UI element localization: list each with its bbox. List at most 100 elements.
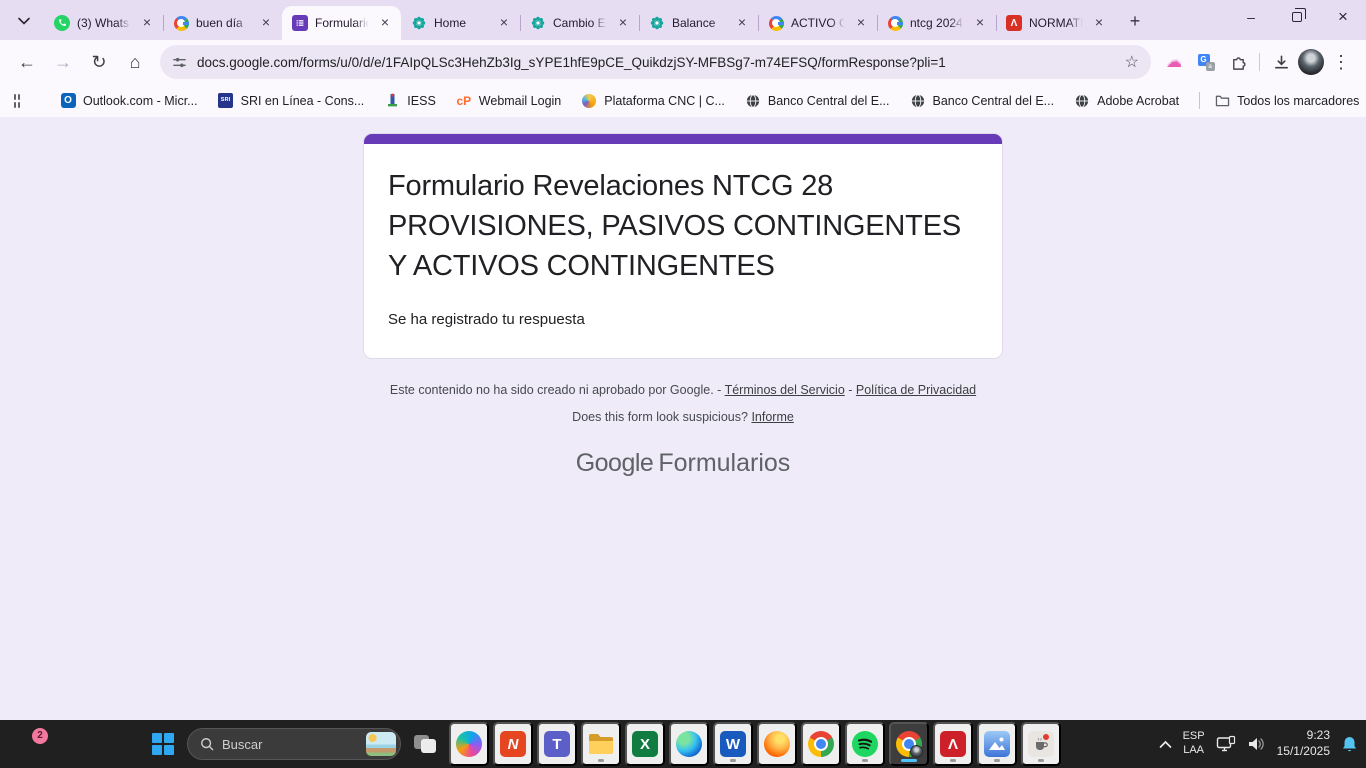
globe-icon <box>745 93 761 109</box>
taskbar-app-photos[interactable] <box>977 722 1017 766</box>
memories-cloud-icon[interactable]: ☁ <box>1159 47 1189 77</box>
taskbar-search-box[interactable]: Buscar <box>187 728 401 760</box>
tab-balance[interactable]: Balance × <box>639 6 758 40</box>
url-text[interactable]: docs.google.com/forms/u/0/d/e/1FAIpQLSc3… <box>197 55 1115 70</box>
bookmark-iess[interactable]: IESS <box>384 93 436 109</box>
close-icon[interactable]: × <box>972 15 988 31</box>
tab-activo[interactable]: ACTIVO C × <box>758 6 877 40</box>
bookmark-cnc[interactable]: Plataforma CNC | C... <box>581 93 725 109</box>
taskbar-app-teams[interactable]: T <box>537 722 577 766</box>
tab-ntcg[interactable]: ntcg 2024 × <box>877 6 996 40</box>
taskbar-app-copilot[interactable] <box>449 722 489 766</box>
tab-normativa[interactable]: Λ NORMATI × <box>996 6 1115 40</box>
tab-formulario-active[interactable]: Formulario × <box>282 6 401 40</box>
forward-button[interactable]: → <box>46 45 80 79</box>
taskbar-app-firefox[interactable] <box>757 722 797 766</box>
taskbar-app-file-explorer[interactable] <box>581 722 621 766</box>
search-daily-image[interactable] <box>366 732 396 756</box>
java-red-dot <box>1043 734 1049 740</box>
google-icon <box>887 15 903 31</box>
address-bar[interactable]: docs.google.com/forms/u/0/d/e/1FAIpQLSc3… <box>160 45 1151 79</box>
back-button[interactable]: ← <box>10 45 44 79</box>
search-icon <box>200 737 214 751</box>
tab-title: Cambio E <box>553 16 608 30</box>
close-icon[interactable]: × <box>734 15 750 31</box>
tab-search-button[interactable] <box>10 7 38 35</box>
close-icon[interactable]: × <box>853 15 869 31</box>
close-window-button[interactable]: × <box>1320 0 1366 34</box>
sri-icon: SRI <box>218 93 234 109</box>
start-button[interactable] <box>143 722 183 766</box>
browser-menu-icon[interactable]: ⋮ <box>1326 47 1356 77</box>
bookmark-outlook[interactable]: O Outlook.com - Micr... <box>60 93 198 109</box>
google-forms-wordmark: GoogleFormularios <box>353 449 1013 478</box>
file-explorer-icon <box>588 733 614 755</box>
restore-button[interactable] <box>1274 0 1320 34</box>
all-bookmarks-button[interactable]: Todos los marcadores <box>1214 93 1359 109</box>
home-button[interactable]: ⌂ <box>118 45 152 79</box>
tab-whatsapp[interactable]: (3) Whats × <box>44 6 163 40</box>
taskbar-app-chrome[interactable] <box>801 722 841 766</box>
tab-home[interactable]: Home × <box>401 6 520 40</box>
word-icon: W <box>720 731 746 757</box>
task-view-button[interactable] <box>405 722 445 766</box>
tab-title: (3) Whats <box>77 16 132 30</box>
cnc-icon <box>581 93 597 109</box>
bookmark-adobe[interactable]: Adobe Acrobat <box>1074 93 1179 109</box>
taskbar-app-edge[interactable] <box>669 722 709 766</box>
extensions-icon[interactable] <box>1223 47 1253 77</box>
minimize-button[interactable]: – <box>1228 0 1274 34</box>
tray-chevron-up-icon[interactable] <box>1159 740 1172 749</box>
apps-grid-icon[interactable] <box>14 94 20 108</box>
taskbar-app-nitro-pdf[interactable]: N <box>493 722 533 766</box>
reload-button[interactable]: ↻ <box>82 45 116 79</box>
clock[interactable]: 9:23 15/1/2025 <box>1277 728 1330 759</box>
close-icon[interactable]: × <box>615 15 631 31</box>
language-indicator[interactable]: ESP LAA <box>1183 730 1205 758</box>
bookmark-label: Outlook.com - Micr... <box>83 94 198 108</box>
tab-strip: (3) Whats × buen día × Formulario × Home… <box>0 0 1366 40</box>
bookmark-webmail[interactable]: cP Webmail Login <box>456 93 561 109</box>
all-bookmarks-label: Todos los marcadores <box>1237 94 1359 108</box>
taskbar-app-word[interactable]: W <box>713 722 753 766</box>
tab-cambio[interactable]: Cambio E × <box>520 6 639 40</box>
restore-icon <box>1292 12 1302 22</box>
tab-title: Balance <box>672 16 727 30</box>
close-icon[interactable]: × <box>377 15 393 31</box>
profile-avatar[interactable] <box>1298 49 1324 75</box>
close-icon[interactable]: × <box>258 15 274 31</box>
form-confirmation-text: Se ha registrado tu respuesta <box>388 311 978 328</box>
close-icon[interactable]: × <box>496 15 512 31</box>
translate-icon[interactable]: Ga <box>1191 47 1221 77</box>
taskbar-app-spotify[interactable] <box>845 722 885 766</box>
report-link[interactable]: Informe <box>751 410 793 424</box>
network-display-icon[interactable] <box>1216 735 1236 753</box>
folder-icon <box>1214 93 1230 109</box>
taskbar-app-acrobat[interactable]: Λ <box>933 722 973 766</box>
bookmark-banco-central-2[interactable]: Banco Central del E... <box>910 93 1055 109</box>
photos-icon <box>984 731 1010 757</box>
flower-icon <box>411 15 427 31</box>
tab-buen-dia[interactable]: buen día × <box>163 6 282 40</box>
privacy-link[interactable]: Política de Privacidad <box>856 383 976 397</box>
terms-link[interactable]: Términos del Servicio <box>725 383 845 397</box>
widgets-weather-button[interactable]: 2 <box>14 728 48 762</box>
page-content: Formulario Revelaciones NTCG 28 PROVISIO… <box>0 117 1366 720</box>
taskbar-app-java[interactable] <box>1021 722 1061 766</box>
taskbar-app-excel[interactable]: X <box>625 722 665 766</box>
volume-icon[interactable] <box>1247 736 1266 752</box>
bookmark-sri[interactable]: SRI SRI en Línea - Cons... <box>218 93 365 109</box>
bookmark-star-icon[interactable]: ☆ <box>1125 52 1139 72</box>
notifications-bell-icon[interactable] <box>1341 735 1358 753</box>
bookmark-banco-central-1[interactable]: Banco Central del E... <box>745 93 890 109</box>
outlook-icon: O <box>60 93 76 109</box>
close-icon[interactable]: × <box>1091 15 1107 31</box>
close-icon[interactable]: × <box>139 15 155 31</box>
search-placeholder: Buscar <box>222 737 358 752</box>
site-settings-icon[interactable] <box>172 55 187 70</box>
bookmark-label: Adobe Acrobat <box>1097 94 1179 108</box>
taskbar-app-chrome-profile-active[interactable] <box>889 722 929 766</box>
new-tab-button[interactable]: + <box>1121 7 1149 35</box>
google-icon <box>768 15 784 31</box>
downloads-icon[interactable] <box>1266 47 1296 77</box>
